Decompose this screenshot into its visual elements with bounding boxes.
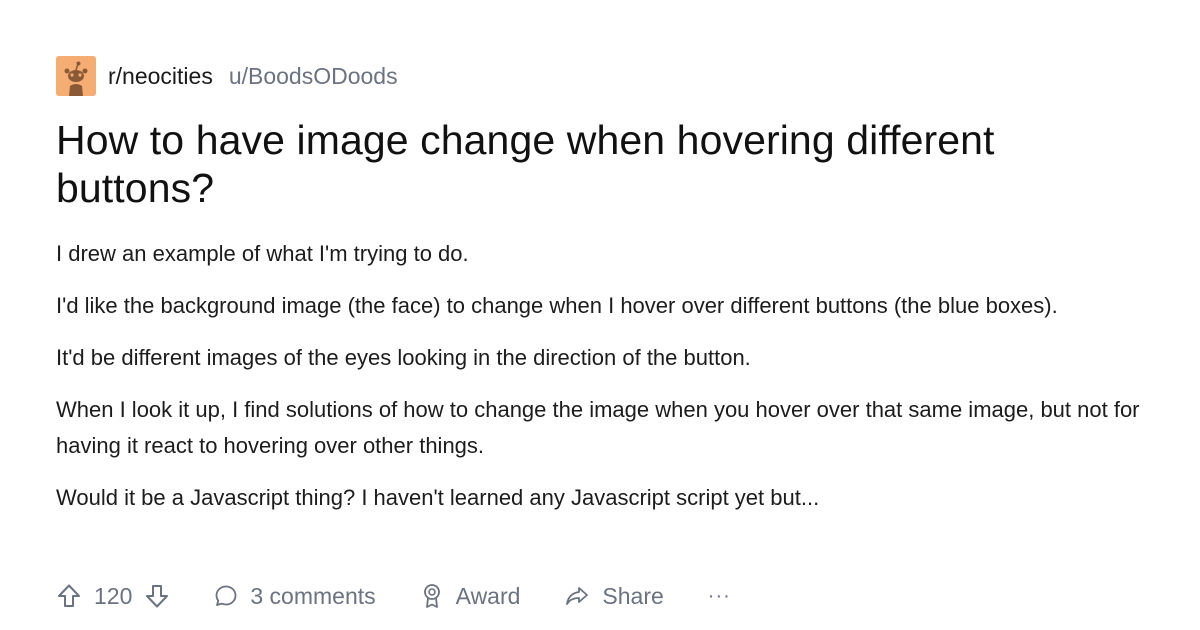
post-title[interactable]: How to have image change when hovering d… xyxy=(56,116,1144,212)
author-name[interactable]: u/BoodsODoods xyxy=(229,63,398,90)
downvote-button[interactable] xyxy=(144,583,170,609)
post-card[interactable]: r/neocities u/BoodsODoods How to have im… xyxy=(0,0,1200,630)
body-paragraph: I'd like the background image (the face)… xyxy=(56,293,1058,318)
award-label: Award xyxy=(455,582,521,609)
community-name[interactable]: r/neocities xyxy=(108,63,213,90)
snoo-icon xyxy=(56,56,96,96)
speech-bubble-icon xyxy=(215,585,237,606)
share-label: Share xyxy=(602,582,664,609)
vote-group: 120 xyxy=(56,583,170,610)
comments-label: 3 comments xyxy=(250,582,376,609)
award-ribbon-icon xyxy=(423,584,440,608)
upvote-arrow-icon xyxy=(58,584,80,607)
body-paragraph: When I look it up, I find solutions of h… xyxy=(56,397,1140,458)
share-button[interactable]: Share xyxy=(564,582,664,610)
body-paragraph: It'd be different images of the eyes loo… xyxy=(56,345,751,370)
vote-count: 120 xyxy=(94,582,133,609)
more-options-button[interactable]: ··· xyxy=(708,585,731,608)
body-paragraph: I drew an example of what I'm trying to … xyxy=(56,241,469,266)
comments-button[interactable]: 3 comments xyxy=(214,582,376,610)
award-button[interactable]: Award xyxy=(420,582,521,610)
share-arrow-icon xyxy=(566,587,589,605)
body-paragraph: Would it be a Javascript thing? I haven'… xyxy=(56,485,820,510)
upvote-button[interactable] xyxy=(56,583,82,609)
post-actions-bar: 120 3 comments Award Share ··· xyxy=(56,576,731,616)
post-meta: r/neocities u/BoodsODoods xyxy=(56,56,1144,96)
community-avatar[interactable] xyxy=(56,56,96,96)
downvote-arrow-icon xyxy=(146,585,169,608)
post-body: I drew an example of what I'm trying to … xyxy=(56,236,1144,516)
